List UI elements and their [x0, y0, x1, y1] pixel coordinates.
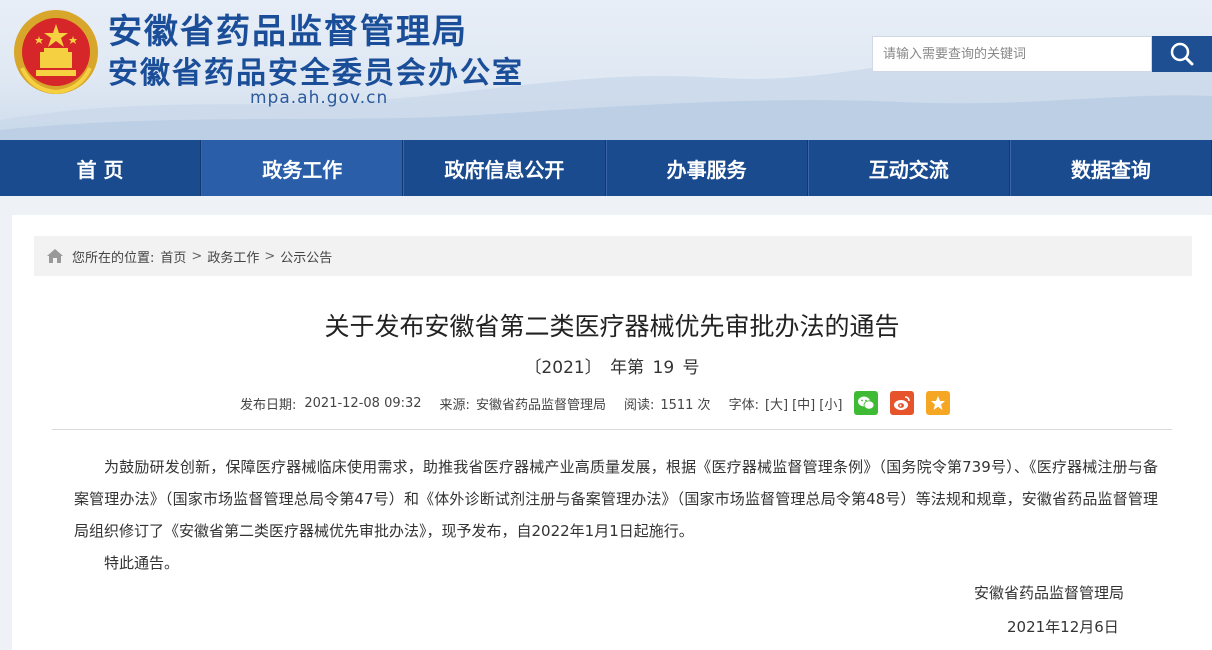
breadcrumb-separator: >: [191, 248, 203, 264]
national-emblem-icon: [14, 10, 98, 95]
home-icon: [47, 249, 63, 263]
font-size-label: 字体:: [728, 397, 759, 413]
views-label: 阅读:: [623, 397, 655, 413]
search-box: [872, 36, 1152, 72]
font-size-medium[interactable]: [中]: [792, 394, 815, 413]
breadcrumb-separator: >: [264, 248, 276, 264]
add-favorite-button[interactable]: [926, 391, 951, 415]
publish-date: 2021-12-08 09:32: [304, 395, 422, 411]
article-paragraph: 为鼓励研发创新，保障医疗器械临床使用需求，助推我省医疗器械产业高质量发展，根据《…: [74, 458, 1158, 540]
breadcrumb-prefix: 您所在的位置:: [72, 250, 155, 266]
nav-item-interaction[interactable]: 互动交流: [807, 140, 1010, 196]
font-size-large[interactable]: [大]: [765, 394, 788, 413]
signature-organization: 安徽省药品监督管理局: [974, 584, 1125, 602]
search-input[interactable]: [873, 37, 1151, 71]
site-title-primary: 安徽省药品监督管理局: [108, 12, 468, 52]
source-value: 安徽省药品监督管理局: [475, 397, 606, 413]
views-count: 1511 次: [660, 397, 711, 413]
search-icon: [1170, 42, 1194, 66]
breadcrumb-government-work[interactable]: 政务工作: [207, 247, 259, 266]
nav-item-info-disclosure[interactable]: 政府信息公开: [403, 140, 606, 196]
signature-date: 2021年12月6日: [1007, 618, 1119, 636]
nav-item-data-query[interactable]: 数据查询: [1009, 140, 1212, 196]
publish-date-label: 发布日期:: [240, 397, 297, 413]
star-icon: [931, 396, 946, 410]
main-nav: 首 页 政务工作 政府信息公开 办事服务 互动交流 数据查询: [0, 140, 1212, 196]
wechat-icon: [858, 396, 875, 410]
article-title: 关于发布安徽省第二类医疗器械优先审批办法的通告: [324, 312, 900, 341]
weibo-icon: [894, 396, 911, 410]
article-container: 您所在的位置: 首页 > 政务工作 > 公示公告 关于发布安徽省第二类医疗器械优…: [12, 215, 1212, 650]
nav-item-home[interactable]: 首 页: [0, 140, 202, 196]
nav-item-government-work[interactable]: 政务工作: [201, 140, 404, 196]
site-title-secondary: 安徽省药品安全委员会办公室: [108, 56, 524, 91]
share-wechat-button[interactable]: [854, 391, 879, 415]
article-paragraph-closing: 特此通告。: [104, 554, 180, 572]
breadcrumb-home[interactable]: 首页: [160, 247, 186, 266]
article-body: 为鼓励研发创新，保障医疗器械临床使用需求，助推我省医疗器械产业高质量发展，根据《…: [74, 451, 1158, 579]
search-button[interactable]: [1152, 36, 1212, 72]
breadcrumb: 您所在的位置: 首页 > 政务工作 > 公示公告: [34, 236, 1192, 276]
font-size-small[interactable]: [小]: [819, 394, 842, 413]
document-number: 〔2021〕 年第 19 号: [524, 358, 700, 378]
site-domain: mpa.ah.gov.cn: [250, 88, 389, 108]
breadcrumb-announcements[interactable]: 公示公告: [280, 247, 332, 266]
nav-item-services[interactable]: 办事服务: [605, 140, 808, 196]
article-meta: 发布日期: 2021-12-08 09:32 来源: 安徽省药品监督管理局 阅读…: [240, 389, 951, 417]
share-weibo-button[interactable]: [890, 391, 915, 415]
content-divider: [52, 429, 1172, 430]
source-label: 来源:: [439, 397, 470, 413]
